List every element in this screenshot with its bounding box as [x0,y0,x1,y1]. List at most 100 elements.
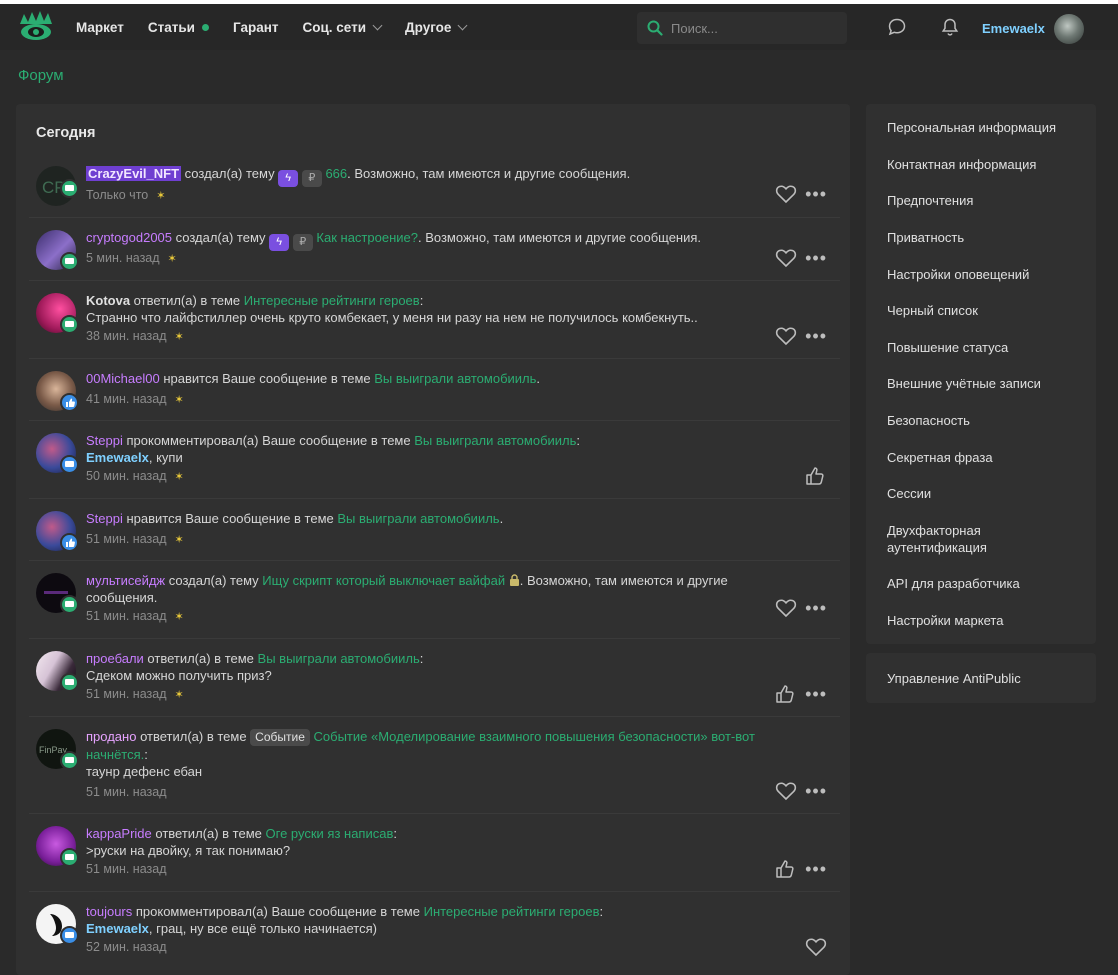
alert-topic-link[interactable]: Как настроение? [316,230,418,245]
nav-other[interactable]: Другое [405,20,468,35]
unread-star-icon: ✶ [174,534,184,546]
sidebar-item-contact-info[interactable]: Контактная информация [887,156,1077,173]
more-options-icon[interactable]: ••• [805,782,827,800]
sidebar-item-two-factor[interactable]: Двухфакторная аутентификация [887,522,1037,556]
more-options-icon[interactable]: ••• [805,599,827,617]
alert-item: Steppi прокомментировал(а) Ваше сообщени… [29,421,840,499]
thumbs-up-icon[interactable] [775,859,797,879]
unread-star-icon: ✶ [174,394,184,406]
heart-icon[interactable] [775,781,797,801]
nav-guarantor[interactable]: Гарант [233,20,279,35]
alert-time: 51 мин. назад [86,862,167,876]
alert-topic-link[interactable]: Ищу скрипт который выключает вайфай [262,573,505,588]
alert-topic-link[interactable]: 666 [325,166,347,181]
alert-username[interactable]: Steppi [86,433,123,448]
alert-topic-link[interactable]: Вы выиграли автомобииль [337,511,499,526]
alert-username[interactable]: toujours [86,904,132,919]
alert-topic-link[interactable]: Оге руски яз написав [266,826,394,841]
search-input[interactable] [671,20,831,36]
sidebar-item-personal-info[interactable]: Персональная информация [887,119,1077,136]
chevron-down-icon [457,20,468,30]
alert-suffix: : [419,293,424,308]
thumbs-up-icon[interactable] [805,466,827,486]
alert-mention[interactable]: Emewaelx [86,450,149,465]
conversations-button[interactable] [886,16,908,38]
alert-username[interactable]: проебали [86,651,144,666]
heart-icon[interactable] [775,598,797,618]
alert-username[interactable]: cryptogod2005 [86,230,172,245]
alert-time-label: 41 мин. назад [86,392,167,406]
heart-icon[interactable] [775,326,797,346]
more-options-icon[interactable]: ••• [805,327,827,345]
alert-suffix: . Возможно, там имеются и другие сообщен… [347,166,631,181]
alert-item: FinPay продано ответил(а) в теме Событие… [29,717,840,814]
alert-time: 38 мин. назад ✶ [86,329,184,343]
site-logo[interactable] [18,10,54,44]
alert-item: 00Michael00 нравится Ваше сообщение в те… [29,359,840,421]
alerts-panel: Сегодня CP CrazyEvil_NFT создал(а) тему … [16,104,850,975]
unread-star-icon: ✶ [174,331,184,343]
sidebar-item-blacklist[interactable]: Черный список [887,302,1077,319]
sidebar-item-sessions[interactable]: Сессии [887,485,1077,502]
alert-username[interactable]: Steppi [86,511,123,526]
alert-topic-link[interactable]: Вы выиграли автомобииль [258,651,420,666]
sidebar-item-external-accounts[interactable]: Внешние учётные записи [887,375,1077,392]
alert-topic-link[interactable]: Вы выиграли автомобииль [374,371,536,386]
alert-time-label: 50 мин. назад [86,469,167,483]
account-avatar[interactable] [1054,14,1084,44]
alert-time-label: 51 мин. назад [86,609,167,623]
alert-username[interactable]: Kotova [86,293,130,308]
alert-username[interactable]: мультисейдж [86,573,165,588]
alert-username[interactable]: продано [86,729,136,744]
breadcrumb[interactable]: Форум [18,67,64,84]
sidebar-item-alert-preferences[interactable]: Настройки оповещений [887,266,1077,283]
alert-suffix: . [536,371,541,386]
account-username[interactable]: Emewaelx [982,21,1045,36]
sidebar-item-api[interactable]: API для разработчика [887,575,1077,592]
alert-username[interactable]: 00Michael00 [86,371,160,386]
alert-mention[interactable]: Emewaelx [86,921,149,936]
sidebar-item-antipublic[interactable]: Управление AntiPublic [887,670,1077,687]
more-options-icon[interactable]: ••• [805,185,827,203]
alert-text: Steppi прокомментировал(а) Ваше сообщени… [86,432,760,466]
heart-icon[interactable] [805,937,827,957]
sidebar-item-security[interactable]: Безопасность [887,412,1077,429]
heart-icon[interactable] [775,248,797,268]
alert-topic-link[interactable]: Интересные рейтинги героев [424,904,600,919]
nav-market[interactable]: Маркет [76,20,124,35]
alert-topic-link[interactable]: Интересные рейтинги героев [244,293,420,308]
alert-time: 51 мин. назад ✶ [86,532,184,546]
more-options-icon[interactable]: ••• [805,860,827,878]
chat-bubble-icon [888,18,906,36]
message-badge-icon [60,751,79,770]
alert-actions: ••• [775,859,827,879]
unread-star-icon: ✶ [174,471,184,483]
search-box[interactable] [637,12,847,44]
sidebar-item-upgrade-status[interactable]: Повышение статуса [887,339,1077,356]
alert-username[interactable]: CrazyEvil_NFT [86,166,182,181]
sidebar-item-market-settings[interactable]: Настройки маркета [887,612,1077,629]
alert-time: 50 мин. назад ✶ [86,469,184,483]
event-prefix-tag: Событие [250,729,310,746]
sidebar-item-preferences[interactable]: Предпочтения [887,192,1077,209]
more-options-icon[interactable]: ••• [805,685,827,703]
alert-username[interactable]: kappaPride [86,826,152,841]
heart-icon[interactable] [775,184,797,204]
alert-topic-link[interactable]: Вы выиграли автомобииль [414,433,576,448]
message-badge-icon [60,179,79,198]
alert-message-excerpt: , купи [148,450,183,465]
more-options-icon[interactable]: ••• [805,249,827,267]
sidebar-item-secret-phrase[interactable]: Секретная фраза [887,449,1077,466]
alert-text: Kotova ответил(а) в теме Интересные рейт… [86,292,760,326]
nav-social[interactable]: Соц. сети [302,20,383,35]
nav-articles[interactable]: Статьи [148,20,209,35]
alert-actions [805,466,827,486]
message-badge-icon [60,315,79,334]
ruble-prefix-icon: ₽ [292,234,313,251]
sidebar-item-privacy[interactable]: Приватность [887,229,1077,246]
alert-item: проебали ответил(а) в теме Вы выиграли а… [29,639,840,717]
thumbs-up-icon[interactable] [775,684,797,704]
bell-icon [941,18,959,36]
alert-text: проебали ответил(а) в теме Вы выиграли а… [86,650,760,684]
alerts-button[interactable] [939,16,961,38]
